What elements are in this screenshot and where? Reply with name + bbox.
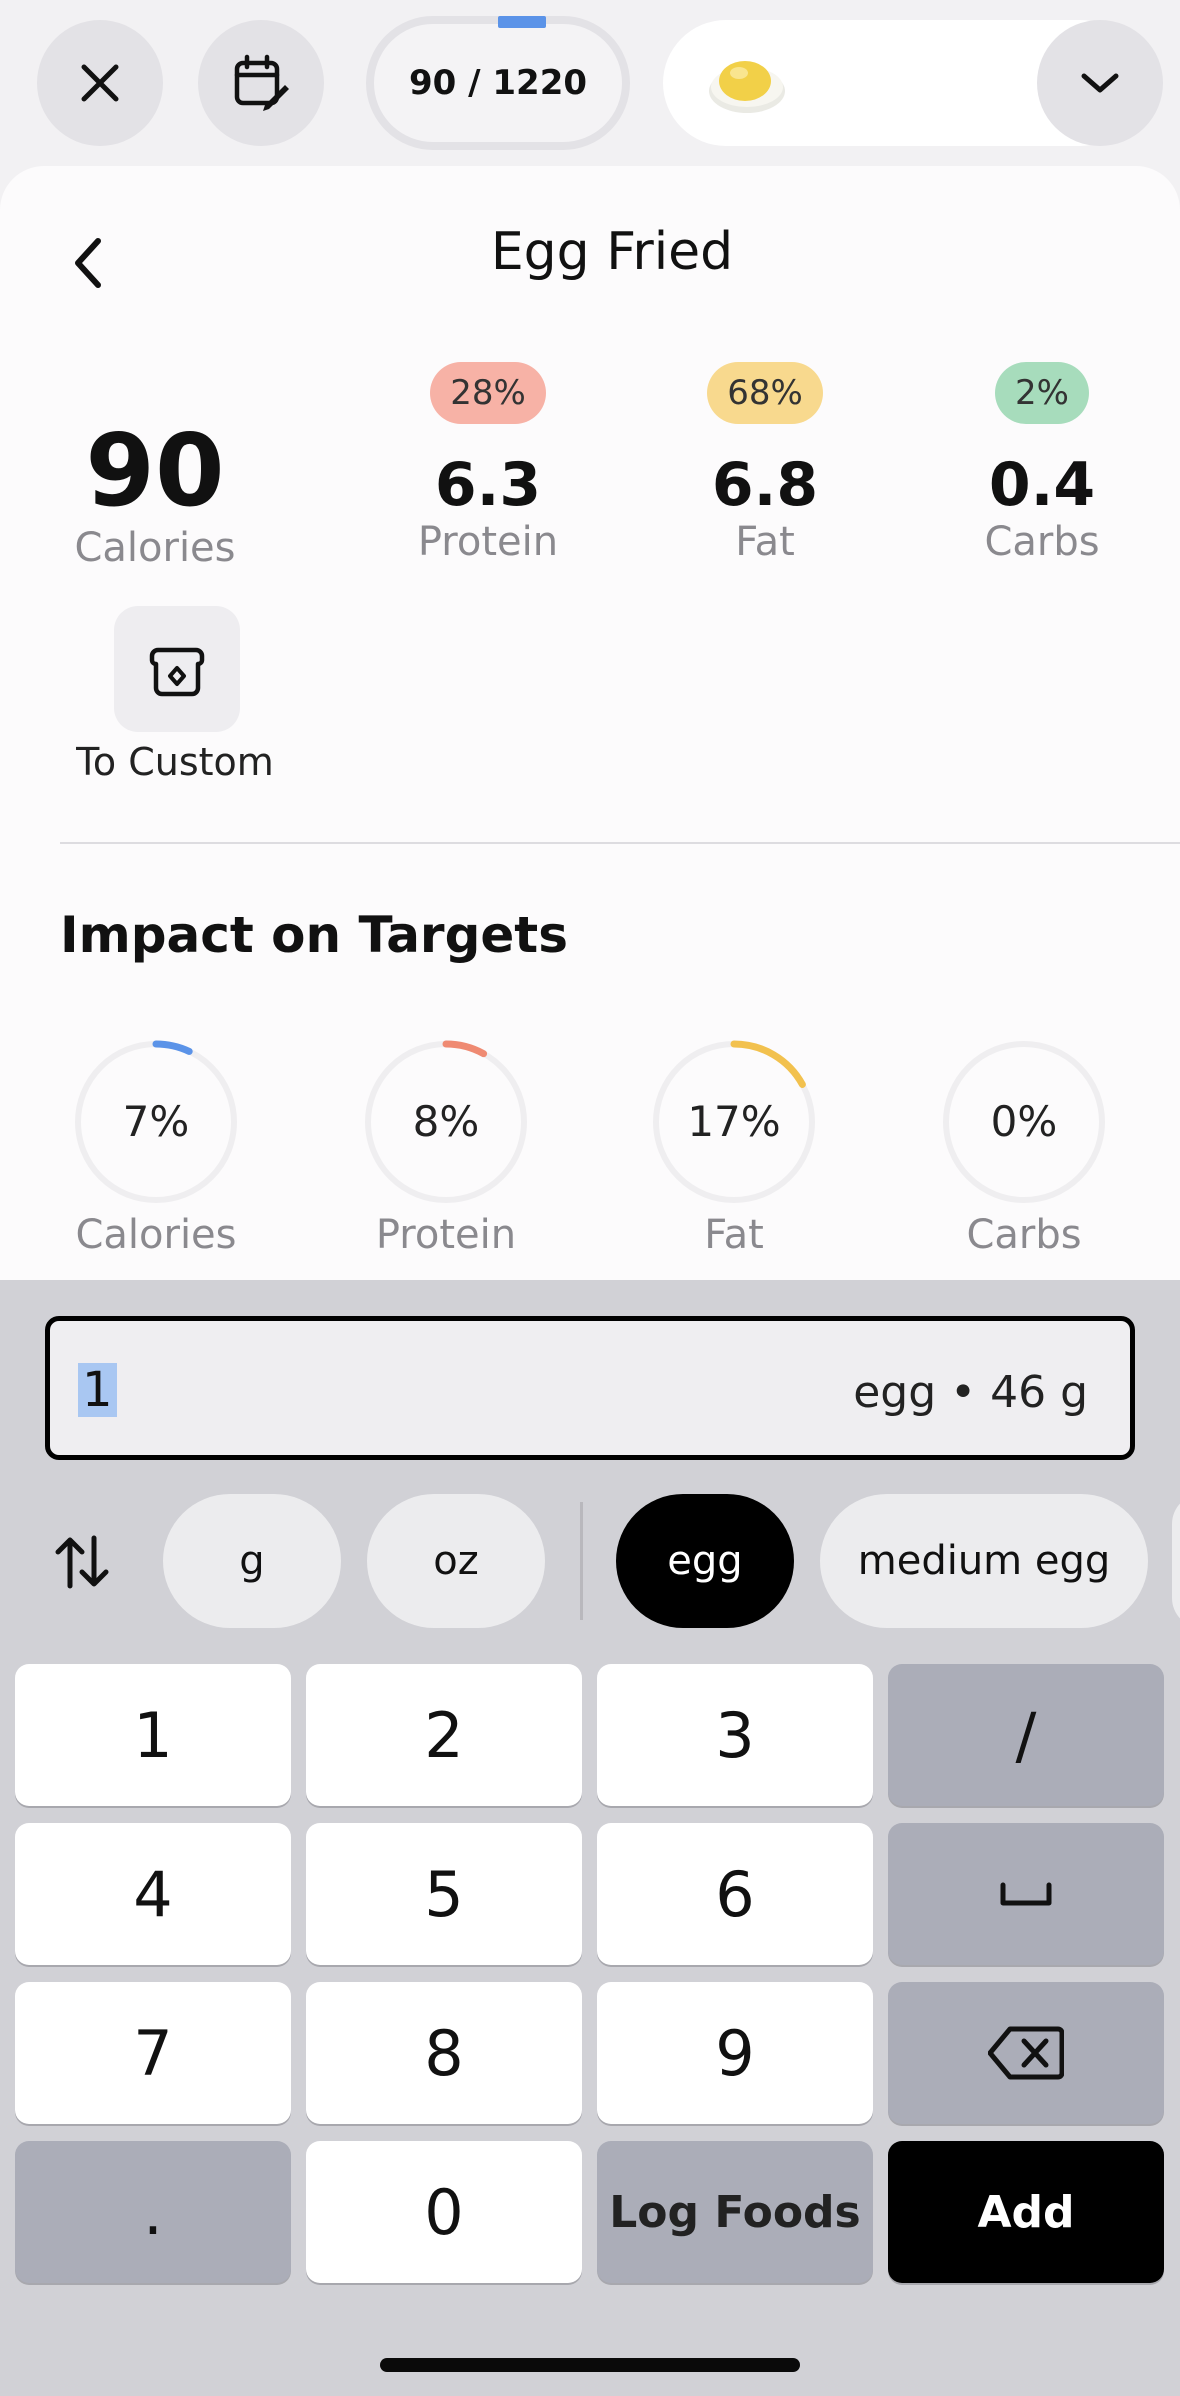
protein-value: 6.3 [434, 450, 542, 520]
unit-chip-overflow[interactable] [1172, 1494, 1180, 1628]
budget-progress-marker [498, 16, 546, 28]
impact-protein-label: Protein [375, 1212, 517, 1258]
key-9[interactable]: 9 [597, 1982, 873, 2124]
impact-protein-percent: 8% [412, 1097, 480, 1146]
quantity-input[interactable]: 1 egg • 46 g [45, 1316, 1135, 1460]
backspace-icon [988, 2026, 1064, 2080]
quantity-unit-text: egg • 46 g [853, 1367, 1088, 1418]
protein-summary: 28% 6.3 Protein [388, 362, 588, 564]
impact-carbs-percent: 0% [990, 1097, 1058, 1146]
unit-chip-separator [580, 1502, 583, 1620]
swap-units-icon[interactable] [50, 1530, 114, 1594]
impact-ring-fat: 17% [644, 1032, 824, 1212]
impact-calories-percent: 7% [122, 1097, 190, 1146]
quantity-keyboard-panel: 1 egg • 46 g g oz egg medium egg 1 2 3 /… [0, 1280, 1180, 2396]
impact-ring-calories: 7% [66, 1032, 246, 1212]
calorie-budget-text: 90 / 1220 [408, 63, 588, 103]
calories-summary: 90 Calories [60, 412, 250, 571]
unit-chip-medium-egg[interactable]: medium egg [820, 1494, 1148, 1628]
unit-chip-egg[interactable]: egg [616, 1494, 794, 1628]
protein-label: Protein [417, 519, 559, 565]
calories-label: Calories [74, 525, 236, 571]
quantity-value: 1 [78, 1363, 117, 1417]
key-4[interactable]: 4 [15, 1823, 291, 1965]
key-slash[interactable]: / [888, 1664, 1164, 1806]
impact-ring-protein: 8% [356, 1032, 536, 1212]
key-8[interactable]: 8 [306, 1982, 582, 2124]
unit-chip-oz[interactable]: oz [367, 1494, 545, 1628]
fried-egg-emoji [709, 61, 785, 113]
fat-label: Fat [735, 519, 795, 565]
key-1[interactable]: 1 [15, 1664, 291, 1806]
log-foods-button[interactable]: Log Foods [597, 2141, 873, 2283]
impact-calories-label: Calories [75, 1212, 237, 1258]
carbs-summary: 2% 0.4 Carbs [942, 362, 1142, 564]
calendar-edit-button[interactable] [198, 20, 324, 146]
top-bar: 90 / 1220 [0, 0, 1180, 165]
calendar-edit-icon [234, 54, 289, 111]
protein-percent-badge: 28% [430, 362, 546, 424]
close-icon [81, 64, 119, 102]
to-custom-label: To Custom [76, 740, 274, 784]
impact-carbs-label: Carbs [966, 1212, 1082, 1258]
impact-ring-carbs: 0% [934, 1032, 1114, 1212]
key-6[interactable]: 6 [597, 1823, 873, 1965]
key-5[interactable]: 5 [306, 1823, 582, 1965]
carbs-percent-badge: 2% [995, 362, 1089, 424]
space-icon [1000, 1882, 1052, 1906]
calories-value: 90 [85, 412, 225, 529]
impact-fat-percent: 17% [687, 1097, 781, 1146]
section-divider [60, 842, 1180, 844]
add-button[interactable]: Add [888, 2141, 1164, 2283]
food-selector[interactable] [663, 20, 1163, 146]
key-2[interactable]: 2 [306, 1664, 582, 1806]
calorie-budget-pill[interactable]: 90 / 1220 [366, 16, 630, 150]
food-dropdown-button[interactable] [1037, 20, 1163, 146]
custom-food-icon [149, 647, 205, 697]
impact-title: Impact on Targets [60, 906, 568, 964]
key-0[interactable]: 0 [306, 2141, 582, 2283]
carbs-value: 0.4 [988, 450, 1096, 520]
unit-chip-g[interactable]: g [163, 1494, 341, 1628]
key-3[interactable]: 3 [597, 1664, 873, 1806]
home-indicator[interactable] [380, 2358, 800, 2372]
key-decimal[interactable]: . [15, 2141, 291, 2283]
fat-value: 6.8 [711, 450, 819, 520]
key-space[interactable] [888, 1823, 1164, 1965]
fat-percent-badge: 68% [707, 362, 823, 424]
key-backspace[interactable] [888, 1982, 1164, 2124]
close-button[interactable] [37, 20, 163, 146]
key-7[interactable]: 7 [15, 1982, 291, 2124]
food-title: Egg Fried [490, 222, 734, 282]
carbs-label: Carbs [984, 519, 1100, 565]
fat-summary: 68% 6.8 Fat [665, 362, 865, 564]
to-custom-button[interactable] [114, 606, 240, 732]
food-detail-sheet: Egg Fried 90 Calories 28% 6.3 Protein 68… [0, 166, 1180, 1280]
chevron-down-icon [1081, 73, 1119, 93]
impact-fat-label: Fat [704, 1212, 764, 1258]
